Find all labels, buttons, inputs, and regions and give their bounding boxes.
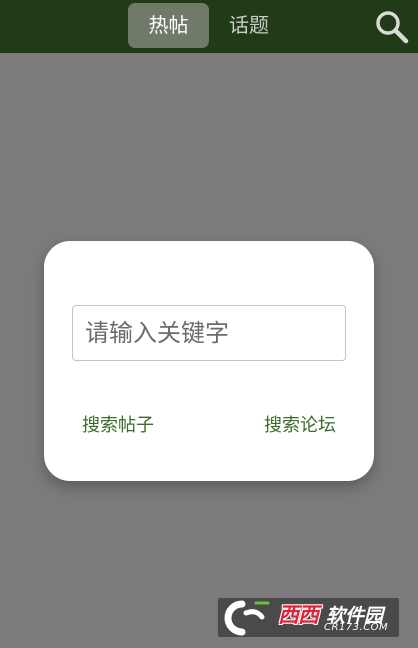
search-posts-button[interactable]: 搜索帖子 [82,411,154,441]
search-button[interactable] [370,5,414,49]
watermark-brand: 西西 [278,603,319,627]
search-forum-button[interactable]: 搜索论坛 [264,411,336,441]
keyword-input[interactable] [72,305,346,361]
watermark: 西西 软件园 CR173.COM [218,598,399,637]
top-bar: 热帖 话题 [0,0,418,53]
watermark-logo-icon [224,600,270,636]
tab-topics[interactable]: 话题 [218,3,280,48]
watermark-url: CR173.COM [324,622,389,633]
search-icon [376,11,409,44]
search-dialog: 搜索帖子 搜索论坛 [44,241,374,481]
tab-hot-posts[interactable]: 热帖 [128,3,209,48]
